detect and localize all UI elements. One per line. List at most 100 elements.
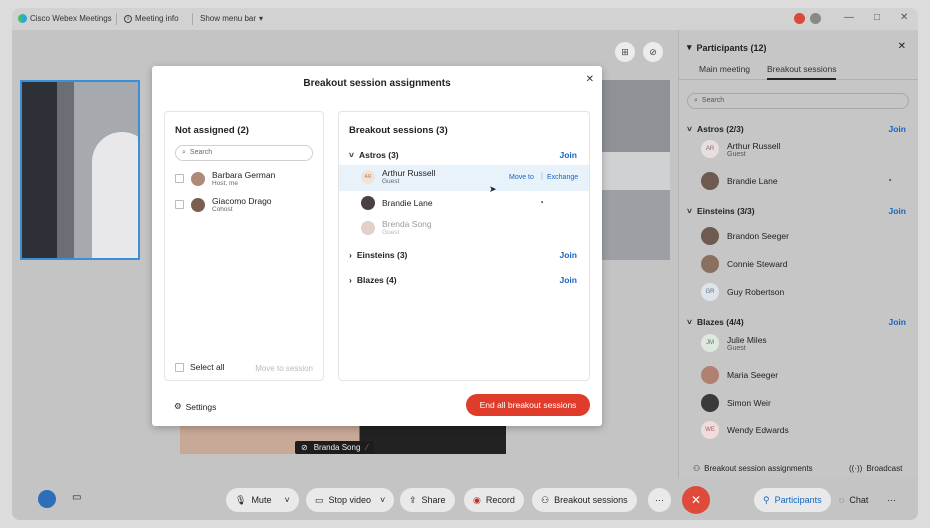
participants-button[interactable]: ⚲ Participants xyxy=(754,488,831,512)
chevron-down-icon: ˅ xyxy=(687,124,692,134)
avatar xyxy=(701,366,719,384)
panel-tabs: Main meeting Breakout sessions xyxy=(679,58,918,80)
tab-main-meeting[interactable]: Main meeting xyxy=(699,64,750,74)
participants-header[interactable]: ▾ Participants (12) xyxy=(687,42,767,53)
chevron-down-icon: ˅ xyxy=(687,206,692,216)
exchange-button[interactable]: Exchange xyxy=(547,174,578,181)
avatar xyxy=(701,255,719,273)
breakout-icon: ⚇ xyxy=(541,494,550,505)
broadcast-button[interactable]: ((·)) Broadcast xyxy=(849,464,902,473)
join-astros-session-button[interactable]: Join xyxy=(560,150,577,160)
recording-status-icon xyxy=(794,13,805,24)
show-menu-bar-button[interactable]: Show menu bar ▾ xyxy=(200,14,263,23)
join-blazes-session-button[interactable]: Join xyxy=(560,275,577,285)
person-icon: ⚲ xyxy=(763,494,770,505)
tab-breakout-sessions[interactable]: Breakout sessions xyxy=(767,64,837,80)
checkbox[interactable] xyxy=(175,362,184,372)
breakout-assignments-button[interactable]: ⚇ Breakout session assignments xyxy=(693,464,813,473)
session-astros-header[interactable]: ˅ Astros (3) xyxy=(349,150,399,160)
title-bar: Cisco Webex Meetings i Meeting info Show… xyxy=(12,8,918,30)
join-einsteins-button[interactable]: Join xyxy=(889,206,906,216)
video-tile-left[interactable] xyxy=(20,80,140,260)
settings-button[interactable]: ⚙ Settings xyxy=(174,401,216,412)
select-all[interactable]: Select all xyxy=(175,362,225,372)
avatar: GR xyxy=(701,283,719,301)
participant-item[interactable]: AR Arthur Russell Guest xyxy=(701,140,780,158)
close-dialog-button[interactable]: ✕ xyxy=(586,74,594,85)
layout-button[interactable]: ⊞ xyxy=(615,42,635,62)
avatar xyxy=(361,196,375,210)
checkbox[interactable] xyxy=(175,174,184,183)
video-tile-right[interactable] xyxy=(590,80,670,260)
end-all-breakout-sessions-button[interactable]: End all breakout sessions xyxy=(466,394,590,416)
more-options-button[interactable]: ··· xyxy=(648,488,671,512)
close-icon: ✕ xyxy=(690,493,702,507)
join-einsteins-session-button[interactable]: Join xyxy=(560,250,577,260)
breakout-sessions-title: Breakout sessions (3) xyxy=(349,125,448,136)
help-status-icon: ◔ xyxy=(539,198,544,207)
close-window-button[interactable]: ✕ xyxy=(900,12,908,23)
session-member-row[interactable]: Brenda Song Guest xyxy=(339,216,589,242)
checkbox[interactable] xyxy=(175,200,184,209)
group-einsteins-header[interactable]: ˅ Einsteins (3/3) xyxy=(687,206,755,216)
group-blazes-header[interactable]: ˅ Blazes (4/4) xyxy=(687,317,744,327)
unassigned-item[interactable]: Barbara German Host, me xyxy=(175,170,275,187)
chevron-down-icon: ˅ xyxy=(380,495,386,505)
session-einsteins-header[interactable]: › Einsteins (3) xyxy=(349,250,407,260)
end-meeting-button[interactable]: ✕ xyxy=(682,486,710,514)
participant-item[interactable]: JM Julie Miles Guest xyxy=(701,334,767,352)
participant-item[interactable]: Brandon Seeger xyxy=(701,227,789,245)
move-to-session-button[interactable]: Move to session xyxy=(255,364,313,373)
network-status-icon xyxy=(810,13,821,24)
grid-layout-icon: ⊞ xyxy=(621,46,629,57)
stop-video-button[interactable]: ▭ Stop video ˅ xyxy=(306,488,395,512)
video-name-label: ⊘ Branda Song ⁄ xyxy=(295,441,374,454)
participant-item[interactable]: GR Guy Robertson xyxy=(701,283,784,301)
avatar xyxy=(191,197,205,212)
meeting-info-button[interactable]: i Meeting info xyxy=(124,14,179,23)
gear-icon: ⚙ xyxy=(174,401,182,411)
move-to-button[interactable]: Move to xyxy=(509,174,534,181)
search-icon: ⌕ xyxy=(182,149,186,156)
avatar xyxy=(361,220,375,235)
group-astros-header[interactable]: ˅ Astros (2/3) xyxy=(687,124,744,134)
avatar: WE xyxy=(701,421,719,439)
mute-button[interactable]: 🎙︎ Mute ˅ xyxy=(226,488,299,512)
participant-search-input[interactable]: ⌕ Search xyxy=(687,93,909,109)
join-blazes-button[interactable]: Join xyxy=(889,317,906,327)
camera-icon: ▭ xyxy=(315,494,324,505)
avatar xyxy=(701,394,719,412)
maximize-button[interactable]: □ xyxy=(874,12,880,23)
more-panels-button[interactable]: ··· xyxy=(878,488,905,512)
eye-off-icon: ⊘ xyxy=(649,46,657,57)
close-panel-button[interactable]: ✕ xyxy=(898,41,906,52)
unassigned-item[interactable]: Giacomo Drago Cohost xyxy=(175,196,272,213)
hide-self-view-button[interactable]: ⊘ xyxy=(643,42,663,62)
session-member-row[interactable]: AR Arthur Russell Guest Move to | Exchang… xyxy=(339,165,589,191)
captions-icon[interactable]: ▭ xyxy=(72,492,81,503)
unassigned-search-input[interactable]: ⌕ Search xyxy=(175,145,313,161)
breakout-sessions-card: Breakout sessions (3) ˅ Astros (3) Join … xyxy=(338,111,590,381)
participant-item[interactable]: Simon Weir xyxy=(701,394,771,412)
record-button[interactable]: ◉ Record xyxy=(464,488,524,512)
chevron-right-icon: › xyxy=(349,250,352,260)
chat-button[interactable]: ◌ Chat xyxy=(830,488,877,512)
minimize-button[interactable]: — xyxy=(844,12,854,23)
session-blazes-header[interactable]: › Blazes (4) xyxy=(349,275,397,285)
avatar xyxy=(701,227,719,245)
share-button[interactable]: ⇪ Share xyxy=(400,488,455,512)
info-icon: i xyxy=(124,14,132,23)
participant-item[interactable]: Maria Seeger xyxy=(701,366,778,384)
help-status-icon: ◔ xyxy=(887,176,892,185)
participant-item[interactable]: Connie Steward xyxy=(701,255,787,273)
app-status-icon[interactable] xyxy=(38,490,56,508)
search-icon: ⌕ xyxy=(694,97,698,104)
breakout-sessions-button[interactable]: ⚇ Breakout sessions xyxy=(532,488,637,512)
muted-mic-icon: ⁄ xyxy=(366,443,368,452)
chevron-down-icon: ▾ xyxy=(687,42,692,52)
webex-window: Cisco Webex Meetings i Meeting info Show… xyxy=(12,8,918,520)
join-astros-button[interactable]: Join xyxy=(889,124,906,134)
participants-panel: ▾ Participants (12) ✕ Main meeting Break… xyxy=(678,30,918,478)
participant-item[interactable]: WE Wendy Edwards xyxy=(701,421,789,439)
participant-item[interactable]: Brandie Lane xyxy=(701,172,778,190)
